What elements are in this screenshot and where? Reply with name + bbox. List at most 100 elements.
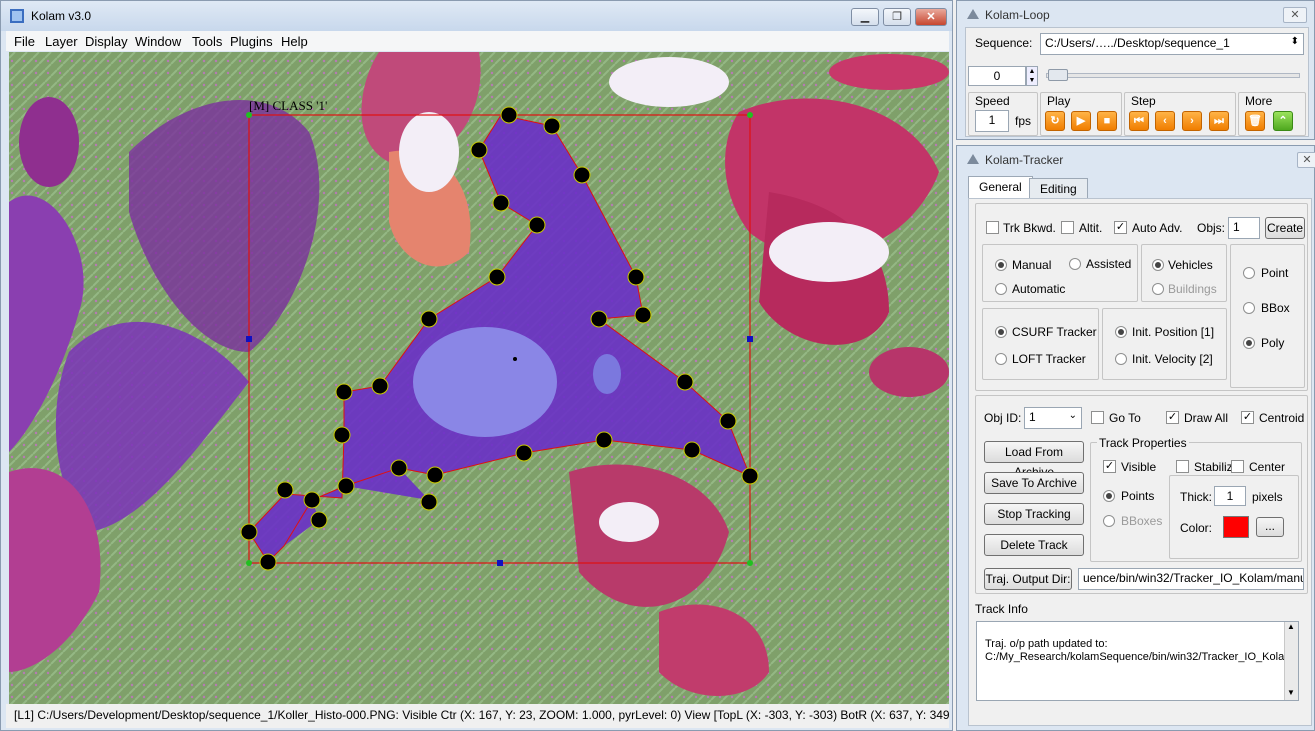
- vehicles-radio[interactable]: [1152, 259, 1164, 271]
- traj-output-dir-field[interactable]: uence/bin/win32/Tracker_IO_Kolam/manual/…: [1078, 568, 1304, 590]
- scroll-up-icon[interactable]: ▲: [1287, 622, 1295, 631]
- point-radio[interactable]: [1243, 267, 1255, 279]
- frame-spin-arrows-icon[interactable]: ▲ ▼: [1026, 66, 1038, 86]
- close-icon[interactable]: ✕: [915, 8, 947, 26]
- play-icon[interactable]: ▶: [1071, 111, 1091, 131]
- menu-tools[interactable]: Tools: [192, 34, 222, 49]
- point-label: Point: [1261, 266, 1289, 280]
- frame-spinbox[interactable]: 0: [968, 66, 1026, 86]
- loft-radio[interactable]: [995, 353, 1007, 365]
- color-label: Color:: [1180, 521, 1213, 535]
- buildings-radio[interactable]: [1152, 283, 1164, 295]
- menu-help[interactable]: Help: [281, 34, 308, 49]
- stop-tracking-button[interactable]: Stop Tracking: [984, 503, 1084, 525]
- buildings-label: Buildings: [1168, 282, 1217, 296]
- minimize-icon[interactable]: ▁: [851, 8, 879, 26]
- track-style-group: Thick: 1 pixels Color: ...: [1169, 475, 1299, 559]
- mode-group: Manual Assisted Automatic: [982, 244, 1138, 302]
- automatic-label: Automatic: [1012, 282, 1066, 296]
- centroid-checkbox[interactable]: ✓: [1241, 411, 1254, 424]
- create-button[interactable]: Create: [1265, 217, 1305, 239]
- app-icon: [10, 9, 24, 23]
- bbox-radio[interactable]: [1243, 302, 1255, 314]
- scroll-down-icon[interactable]: ▼: [1287, 688, 1295, 697]
- main-titlebar[interactable]: Kolam v3.0 ▁ ❐ ✕: [1, 1, 952, 31]
- object-group: Obj ID: 1 ⌄ Go To ✓ Draw All ✓ Centroid …: [975, 395, 1308, 594]
- save-archive-button[interactable]: Save To Archive: [984, 472, 1084, 494]
- tab-editing[interactable]: Editing: [1029, 178, 1088, 198]
- trash-icon[interactable]: 🗑: [1245, 111, 1265, 131]
- traj-output-dir-button[interactable]: Traj. Output Dir:: [984, 568, 1072, 590]
- first-frame-icon[interactable]: ⏮: [1129, 111, 1149, 131]
- speed-input[interactable]: 1: [975, 110, 1009, 132]
- expand-up-icon[interactable]: ⌃: [1273, 111, 1293, 131]
- tracker-close-icon[interactable]: ✕: [1297, 152, 1315, 168]
- points-radio[interactable]: [1103, 490, 1115, 502]
- menu-layer[interactable]: Layer: [45, 34, 78, 49]
- tab-general[interactable]: General: [968, 176, 1033, 198]
- shape-group: Point BBox Poly: [1230, 244, 1305, 388]
- menu-plugins[interactable]: Plugins: [230, 34, 273, 49]
- automatic-radio[interactable]: [995, 283, 1007, 295]
- menu-display[interactable]: Display: [85, 34, 128, 49]
- window-title: Kolam v3.0: [31, 9, 92, 23]
- csurf-radio[interactable]: [995, 326, 1007, 338]
- frame-slider-track[interactable]: [1046, 73, 1300, 78]
- loop-body: Sequence: C:/Users/…../Desktop/sequence_…: [965, 27, 1309, 137]
- sequence-value: C:/Users/…../Desktop/sequence_1: [1045, 36, 1230, 50]
- stabilize-checkbox[interactable]: [1176, 460, 1189, 473]
- manual-radio[interactable]: [995, 259, 1007, 271]
- step-group: Step ⏮ ‹ › ⏭: [1124, 92, 1236, 136]
- frame-slider-thumb[interactable]: [1048, 69, 1068, 81]
- color-picker-button[interactable]: ...: [1256, 517, 1284, 537]
- chevron-down-icon: ⌄: [1068, 410, 1077, 421]
- color-swatch[interactable]: [1223, 516, 1249, 538]
- stop-icon[interactable]: ■: [1097, 111, 1117, 131]
- track-info-scrollbar[interactable]: ▲ ▼: [1284, 622, 1298, 700]
- loop-close-icon[interactable]: ✕: [1283, 7, 1307, 23]
- frame-value: 0: [993, 69, 1001, 83]
- init-velocity-radio[interactable]: [1115, 353, 1127, 365]
- go-to-checkbox[interactable]: [1091, 411, 1104, 424]
- visible-label: Visible: [1121, 460, 1157, 474]
- draw-all-checkbox[interactable]: ✓: [1166, 411, 1179, 424]
- bbox-label: BBox: [1261, 301, 1290, 315]
- objs-input[interactable]: 1: [1228, 217, 1260, 239]
- visible-checkbox[interactable]: ✓: [1103, 460, 1116, 473]
- panel-grip-icon: [967, 9, 979, 19]
- last-frame-icon[interactable]: ⏭: [1209, 111, 1229, 131]
- target-type-group: Vehicles Buildings: [1141, 244, 1227, 302]
- maximize-icon[interactable]: ❐: [883, 8, 911, 26]
- obj-id-select[interactable]: 1 ⌄: [1024, 407, 1082, 429]
- center-checkbox[interactable]: [1231, 460, 1244, 473]
- auto-adv-checkbox[interactable]: ✓: [1114, 221, 1127, 234]
- draw-all-label: Draw All: [1184, 411, 1229, 425]
- loop-icon[interactable]: ↻: [1045, 111, 1065, 131]
- delete-track-button[interactable]: Delete Track: [984, 534, 1084, 556]
- thick-input[interactable]: 1: [1214, 486, 1246, 506]
- prev-frame-icon[interactable]: ‹: [1155, 111, 1175, 131]
- trk-bkwd-label: Trk Bkwd.: [1003, 221, 1056, 235]
- tracker-algo-group: CSURF Tracker LOFT Tracker: [982, 308, 1099, 380]
- load-archive-button[interactable]: Load From Archive: [984, 441, 1084, 479]
- sequence-label: Sequence:: [975, 36, 1033, 50]
- trk-bkwd-checkbox[interactable]: [986, 221, 999, 234]
- bboxes-radio[interactable]: [1103, 515, 1115, 527]
- poly-radio[interactable]: [1243, 337, 1255, 349]
- track-info-label: Track Info: [975, 602, 1028, 616]
- auto-adv-label: Auto Adv.: [1132, 221, 1183, 235]
- next-frame-icon[interactable]: ›: [1182, 111, 1202, 131]
- menu-file[interactable]: File: [14, 34, 35, 49]
- step-label: Step: [1131, 94, 1156, 108]
- tracker-settings-group: Trk Bkwd. Altit. ✓ Auto Adv. Objs: 1 Cre…: [975, 203, 1308, 391]
- tracker-title: Kolam-Tracker: [985, 153, 1064, 167]
- sequence-select[interactable]: C:/Users/…../Desktop/sequence_1 ⬍: [1040, 33, 1304, 55]
- vehicles-label: Vehicles: [1168, 258, 1213, 272]
- image-canvas[interactable]: [M] CLASS '1': [9, 52, 949, 704]
- assisted-radio[interactable]: [1069, 258, 1081, 270]
- init-position-radio[interactable]: [1115, 326, 1127, 338]
- menu-window[interactable]: Window: [135, 34, 181, 49]
- obj-id-label: Obj ID:: [984, 411, 1022, 425]
- play-label: Play: [1047, 94, 1071, 108]
- altit-checkbox[interactable]: [1061, 221, 1074, 234]
